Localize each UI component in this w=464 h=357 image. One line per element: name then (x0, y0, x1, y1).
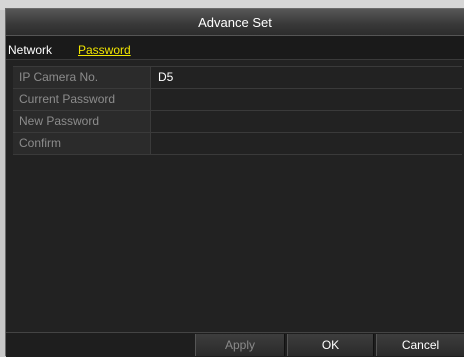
tab-password[interactable]: Password (78, 36, 131, 59)
ip-camera-no-value: D5 (152, 67, 462, 88)
ip-camera-no-label: IP Camera No. (13, 67, 151, 88)
form-row-ip-camera: IP Camera No. D5 (13, 67, 462, 89)
dialog-footer: Apply OK Cancel (6, 332, 464, 357)
dialog-title: Advance Set (6, 9, 464, 36)
confirm-password-field[interactable] (152, 133, 462, 154)
tab-bar: Network Password (6, 36, 464, 60)
form-row-current-password: Current Password (13, 89, 462, 111)
form-row-confirm: Confirm (13, 133, 462, 155)
tab-network[interactable]: Network (8, 36, 52, 59)
current-password-label: Current Password (13, 89, 151, 110)
form-row-new-password: New Password (13, 111, 462, 133)
ok-button[interactable]: OK (287, 334, 374, 356)
new-password-label: New Password (13, 111, 151, 132)
password-form: IP Camera No. D5 Current Password New Pa… (13, 66, 462, 155)
cancel-button[interactable]: Cancel (376, 334, 464, 356)
advance-set-dialog: Advance Set Network Password IP Camera N… (5, 8, 464, 357)
current-password-field[interactable] (152, 89, 462, 110)
new-password-field[interactable] (152, 111, 462, 132)
apply-button[interactable]: Apply (195, 334, 285, 356)
confirm-label: Confirm (13, 133, 151, 154)
